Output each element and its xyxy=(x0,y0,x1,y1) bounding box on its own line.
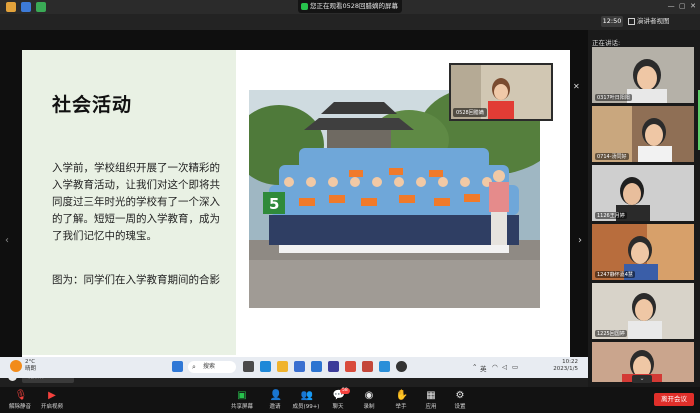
file-explorer-icon[interactable] xyxy=(277,361,288,372)
window-controls[interactable]: — ▢ ✕ xyxy=(668,2,696,10)
tencent-meeting-icon[interactable] xyxy=(379,361,390,372)
meeting-time: 12:50 xyxy=(601,16,623,27)
weather-temp: 2°C xyxy=(25,359,36,365)
participant-name: 0317叶日阳阳 xyxy=(595,94,632,101)
record-icon: ◉ xyxy=(364,390,374,401)
settings-label: 设置 xyxy=(454,404,466,410)
task-view-icon[interactable] xyxy=(243,361,254,372)
share-screen-icon: ▣ xyxy=(237,390,247,401)
meeting-app-icon[interactable] xyxy=(294,361,305,372)
meeting-window: 您正在观看0528回腊嫡的屏幕 — ▢ ✕ 12:50 演讲者视图 社会活动 入… xyxy=(0,0,700,413)
slide-body: 入学前，学校组织开展了一次精彩的入学教育活动，让我们对这个即将共同度过三年时光的… xyxy=(52,162,220,242)
previous-page-icon[interactable]: ‹ xyxy=(5,235,9,246)
participant-tile[interactable]: 0714-汤同好 xyxy=(592,106,694,162)
tray-chevron-icon[interactable]: ⌃ xyxy=(472,363,477,371)
participant-name: 1247静怀嘉4慧 xyxy=(595,271,635,278)
members-icon: 👥 xyxy=(300,390,313,401)
meeting-controls: 🎙 解除静音 ▶ 开启视频 ▣ 共享屏幕 👤 邀请 👥 成员(99+) 💬 58… xyxy=(0,387,700,413)
shield-icon xyxy=(21,2,31,12)
screen-share-notice-text: 您正在观看0528回腊嫡的屏幕 xyxy=(310,2,399,10)
mic-off-icon: 🎙 xyxy=(14,390,28,401)
powerpoint-icon[interactable] xyxy=(362,361,373,372)
media-player-icon[interactable] xyxy=(396,361,407,372)
apps-icon: ▦ xyxy=(426,390,436,401)
start-icon[interactable] xyxy=(172,361,183,372)
participant-panel: 正在讲话: 0317叶日阳阳 0714-汤同好 1126王月婷 1247静怀嘉4… xyxy=(588,30,700,387)
office-icon[interactable] xyxy=(345,361,356,372)
taskbar-clock[interactable]: 10:22 2023/1/5 xyxy=(540,359,578,373)
speaker-view-icon xyxy=(628,18,635,25)
input-method-label[interactable]: 英 xyxy=(480,363,487,373)
participant-tile[interactable]: 1225回国婷 xyxy=(592,283,694,339)
taskbar-date: 2023/1/5 xyxy=(553,366,578,372)
share-status-icon xyxy=(301,3,308,10)
screen-share-notice[interactable]: 您正在观看0528回腊嫡的屏幕 xyxy=(298,0,402,13)
search-label: 搜索 xyxy=(203,363,216,370)
settings-icon: ⚙ xyxy=(455,390,465,401)
taskbar-time: 10:22 xyxy=(562,359,578,365)
close-share-icon[interactable]: ✕ xyxy=(573,82,580,91)
invite-icon: 👤 xyxy=(269,390,282,401)
participant-name: 1225回国婷 xyxy=(595,330,627,337)
store-icon[interactable] xyxy=(328,361,339,372)
class-sign-number: 5 xyxy=(269,195,279,213)
participant-tile[interactable]: 1247静怀嘉4慧 xyxy=(592,224,694,280)
app-icon xyxy=(6,2,16,12)
speaking-label: 正在讲话: xyxy=(592,39,621,47)
presenter-name: 0528回腊嫡 xyxy=(453,108,487,117)
search-icon: ⌕ xyxy=(192,363,196,371)
mail-icon[interactable] xyxy=(311,361,322,372)
signal-icon xyxy=(36,2,46,12)
meeting-header xyxy=(0,14,700,30)
participant-tile[interactable]: 0317叶日阳阳 xyxy=(592,47,694,103)
weather-icon[interactable] xyxy=(10,360,22,372)
participant-tile[interactable]: 1126王月婷 xyxy=(592,165,694,221)
video-off-icon: ▶ xyxy=(48,390,56,401)
taskbar-search[interactable]: ⌕ 搜索 xyxy=(188,361,236,373)
volume-icon[interactable]: ◁ xyxy=(502,363,507,371)
wifi-icon[interactable]: ◠ xyxy=(492,363,498,371)
speaker-view-label: 演讲者视图 xyxy=(637,17,670,25)
start-video-label: 开启视频 xyxy=(40,404,63,410)
participant-name: 1126王月婷 xyxy=(595,212,627,219)
presenter-video[interactable]: 0528回腊嫡 xyxy=(449,63,553,121)
scroll-down-icon[interactable]: ⌄ xyxy=(632,375,652,383)
speaker-view-button[interactable]: 演讲者视图 xyxy=(627,16,687,27)
slide-caption: 图为：同学们在入学教育期间的合影 xyxy=(52,274,220,286)
system-top-bar: 您正在观看0528回腊嫡的屏幕 — ▢ ✕ xyxy=(0,0,700,14)
slide-title: 社会活动 xyxy=(52,94,133,116)
leave-meeting-button[interactable]: 离开会议 xyxy=(654,393,694,406)
participant-name: 0714-汤同好 xyxy=(595,153,629,160)
next-page-icon[interactable]: › xyxy=(578,235,582,246)
raise-hand-icon: ✋ xyxy=(395,390,408,401)
weather-widget[interactable]: 2°C 晴朗 xyxy=(25,359,36,373)
windows-taskbar: 2°C 晴朗 ⌕ 搜索 ⌃ 英 ◠ ◁ ▭ 10:22 2023/1/5 xyxy=(0,357,588,378)
weather-desc: 晴朗 xyxy=(25,366,37,372)
edge-icon[interactable] xyxy=(260,361,271,372)
group-photo: 5 xyxy=(249,90,540,308)
battery-icon[interactable]: ▭ xyxy=(512,363,518,371)
start-video-button[interactable]: ▶ 开启视频 xyxy=(32,387,72,413)
settings-button[interactable]: ⚙ 设置 xyxy=(440,387,480,413)
